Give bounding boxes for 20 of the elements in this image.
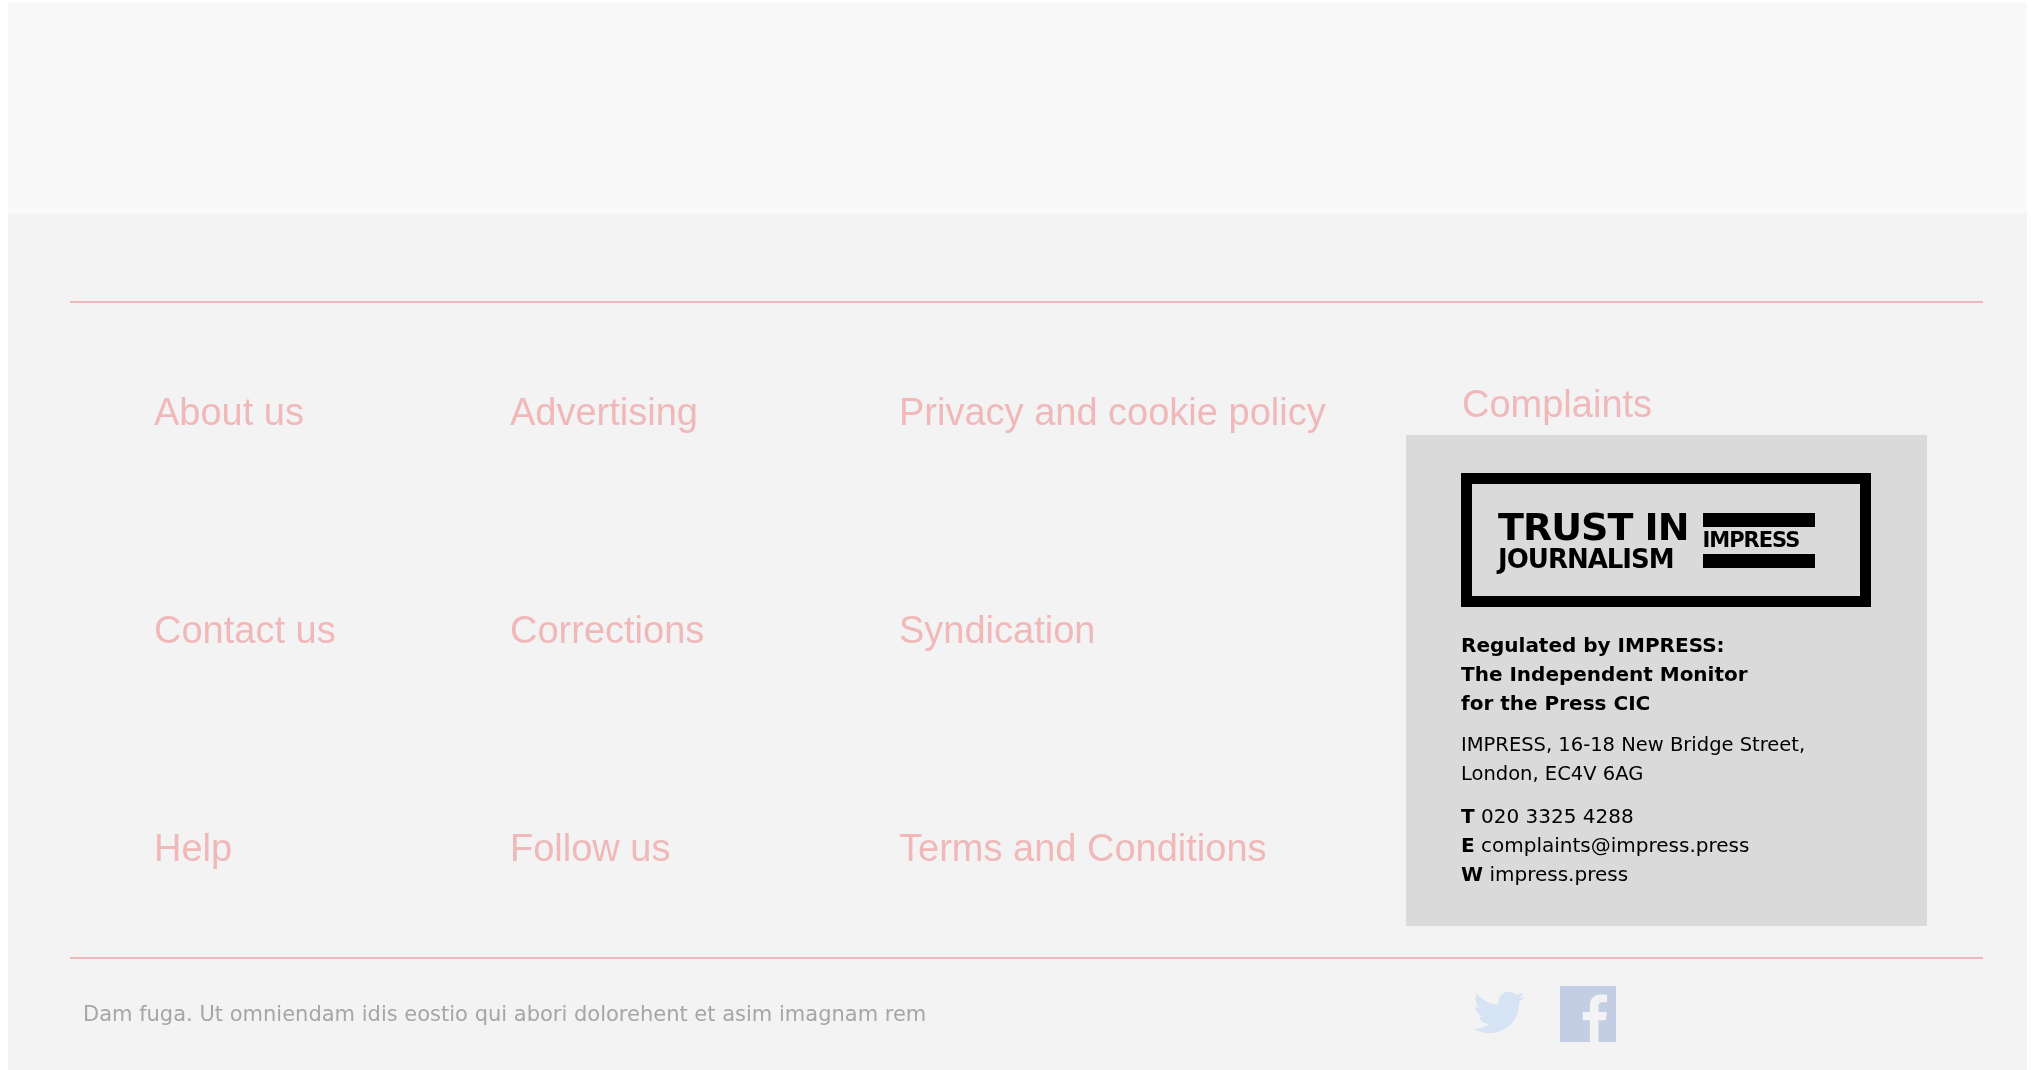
footer-link[interactable]: Terms and Conditions (899, 826, 1267, 870)
footer-link[interactable]: Contact us (154, 608, 336, 652)
footer-link[interactable]: Syndication (899, 608, 1096, 652)
footer-link[interactable]: Follow us (510, 826, 671, 870)
regulator-statement: Regulated by IMPRESS: The Independent Monitor for the Press CIC (1461, 632, 1749, 717)
footer-link[interactable]: Privacy and cookie policy (899, 390, 1326, 434)
regulator-address: IMPRESS, 16-18 New Bridge Street, London, EC4V 6AG (1461, 732, 1807, 787)
complaints-link[interactable]: Complaints (1462, 381, 1927, 427)
contact-line: W impress.press (1461, 861, 1629, 888)
facebook-icon[interactable] (1560, 986, 1616, 1042)
contact-line: E complaints@impress.press (1461, 832, 1750, 859)
footer-tagline: Dam fuga. Ut omniendam idis eostio qui abori dolorehent et asim imagnam rem (83, 1002, 928, 1026)
contact-line: T 020 3325 4288 (1461, 803, 1634, 830)
footer-link[interactable]: Corrections (510, 608, 705, 652)
logo-text: TRUST IN (1498, 508, 1689, 546)
logo-brand: IMPRESS (1702, 529, 1801, 551)
logo-text: JOURNALISM (1498, 546, 1675, 572)
footer-link[interactable]: Help (154, 826, 233, 870)
footer-link[interactable]: Advertising (510, 390, 698, 434)
footer-link[interactable]: About us (154, 390, 304, 434)
